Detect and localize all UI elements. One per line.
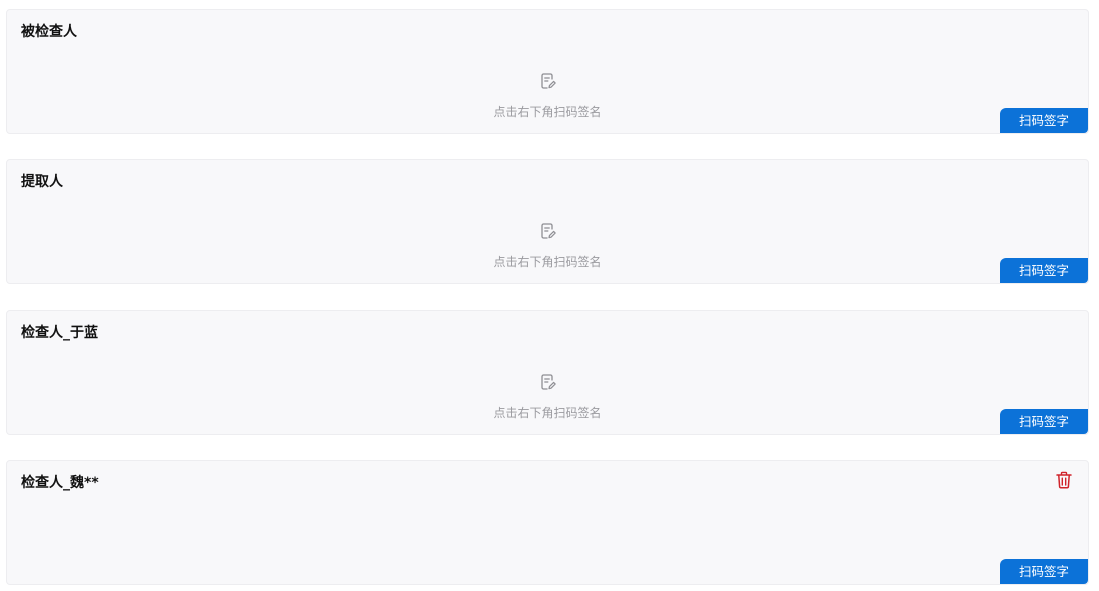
signature-edit-icon <box>541 73 556 89</box>
signature-edit-icon <box>541 223 556 239</box>
scan-sign-button[interactable]: 扫码签字 <box>1000 559 1088 584</box>
placeholder-text: 点击右下角扫码签名 <box>493 105 602 119</box>
card-title: 检查人_于蓝 <box>21 325 98 341</box>
scan-sign-button[interactable]: 扫码签字 <box>1000 409 1088 434</box>
card-title: 检查人_魏** <box>21 475 99 491</box>
scan-sign-button[interactable]: 扫码签字 <box>1000 108 1088 133</box>
signature-card-inspected-person: 被检查人 点击右下角扫码签名 扫码签字 <box>6 9 1089 134</box>
placeholder-text: 点击右下角扫码签名 <box>493 255 602 269</box>
card-title: 被检查人 <box>21 24 77 40</box>
signature-card-extractor: 提取人 点击右下角扫码签名 扫码签字 <box>6 159 1089 284</box>
trash-icon[interactable] <box>1056 471 1072 489</box>
signature-card-inspector-wei: 检查人_魏** 扫码签字 <box>6 460 1089 585</box>
placeholder-text: 点击右下角扫码签名 <box>493 406 602 420</box>
card-title: 提取人 <box>21 174 63 190</box>
signature-card-inspector-yulan: 检查人_于蓝 点击右下角扫码签名 扫码签字 <box>6 310 1089 435</box>
scan-sign-button[interactable]: 扫码签字 <box>1000 258 1088 283</box>
signature-edit-icon <box>541 374 556 390</box>
